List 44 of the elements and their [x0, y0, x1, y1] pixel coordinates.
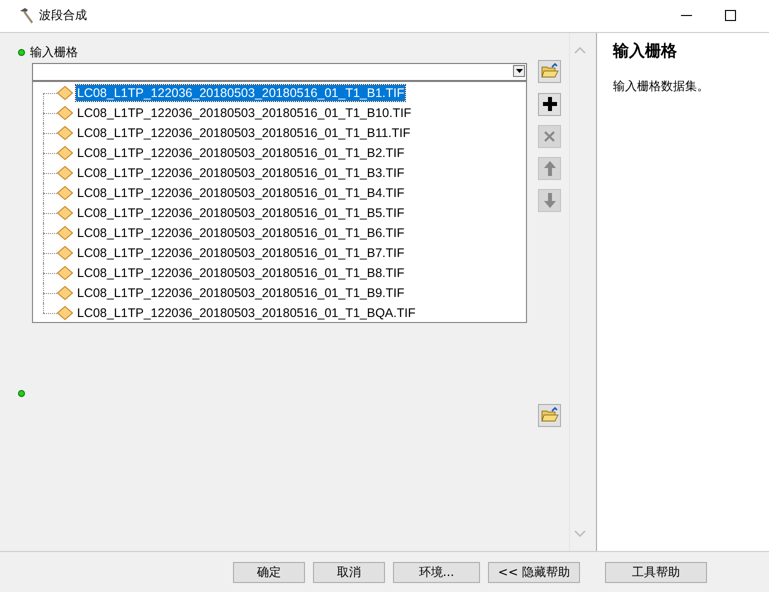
raster-list-item[interactable]: LC08_L1TP_122036_20180503_20180516_01_T1_B9.TIF — [76, 284, 406, 301]
folder-icon — [540, 63, 558, 80]
raster-diamond-icon — [57, 206, 73, 220]
raster-diamond-icon — [57, 186, 73, 200]
raster-diamond-icon — [57, 106, 73, 120]
hide-help-button[interactable]: << 隐藏帮助 — [488, 562, 580, 583]
arrow-up-icon — [544, 160, 556, 176]
help-title: 输入栅格 — [613, 40, 678, 62]
raster-diamond-icon — [57, 166, 73, 180]
maximize-icon[interactable] — [725, 10, 736, 22]
ok-button[interactable]: 确定 — [233, 562, 305, 583]
raster-diamond-icon — [57, 246, 73, 260]
window-title: 波段合成 — [39, 7, 87, 24]
raster-diamond-icon — [57, 306, 73, 320]
folder-icon — [540, 407, 558, 424]
raster-list-item[interactable]: LC08_L1TP_122036_20180503_20180516_01_T1_B6.TIF — [76, 224, 406, 241]
raster-list-item[interactable]: LC08_L1TP_122036_20180503_20180516_01_T1_B7.TIF — [76, 244, 406, 261]
raster-list-item[interactable]: LC08_L1TP_122036_20180503_20180516_01_T1_B11.TIF — [76, 124, 412, 141]
tool-help-button[interactable]: 工具帮助 — [605, 562, 707, 583]
raster-list-item[interactable]: LC08_L1TP_122036_20180503_20180516_01_T1_BQA.TIF — [76, 304, 416, 321]
raster-list-item[interactable]: LC08_L1TP_122036_20180503_20180516_01_T1_B8.TIF — [76, 264, 406, 281]
plus-icon — [542, 97, 556, 112]
raster-list-item[interactable]: LC08_L1TP_122036_20180503_20180516_01_T1_B2.TIF — [76, 144, 406, 161]
raster-diamond-icon — [57, 86, 73, 100]
cancel-button[interactable]: 取消 — [313, 562, 385, 583]
raster-list-item[interactable]: LC08_L1TP_122036_20180503_20180516_01_T1_B3.TIF — [76, 164, 406, 181]
help-text: 输入栅格数据集。 — [613, 78, 710, 95]
raster-diamond-icon — [57, 286, 73, 300]
parameter-label: 输入栅格 — [30, 44, 78, 62]
raster-diamond-icon — [57, 226, 73, 240]
raster-list-item[interactable]: LC08_L1TP_122036_20180503_20180516_01_T1_B10.TIF — [76, 104, 412, 121]
open-folder-button[interactable] — [538, 60, 561, 83]
x-icon — [544, 130, 555, 142]
raster-list-item[interactable]: LC08_L1TP_122036_20180503_20180516_01_T1_B1.TIF — [76, 84, 406, 101]
raster-list-item[interactable]: LC08_L1TP_122036_20180503_20180516_01_T1_B4.TIF — [76, 184, 406, 201]
arrow-down-icon — [544, 192, 556, 208]
raster-list-item[interactable]: LC08_L1TP_122036_20180503_20180516_01_T1_B5.TIF — [76, 204, 406, 221]
raster-diamond-icon — [57, 126, 73, 140]
raster-dropdown[interactable] — [32, 62, 527, 81]
raster-diamond-icon — [57, 266, 73, 280]
add-button[interactable] — [538, 92, 561, 116]
open-folder-button[interactable] — [538, 404, 561, 427]
environments-button[interactable]: 环境... — [393, 562, 480, 583]
raster-diamond-icon — [57, 146, 73, 160]
